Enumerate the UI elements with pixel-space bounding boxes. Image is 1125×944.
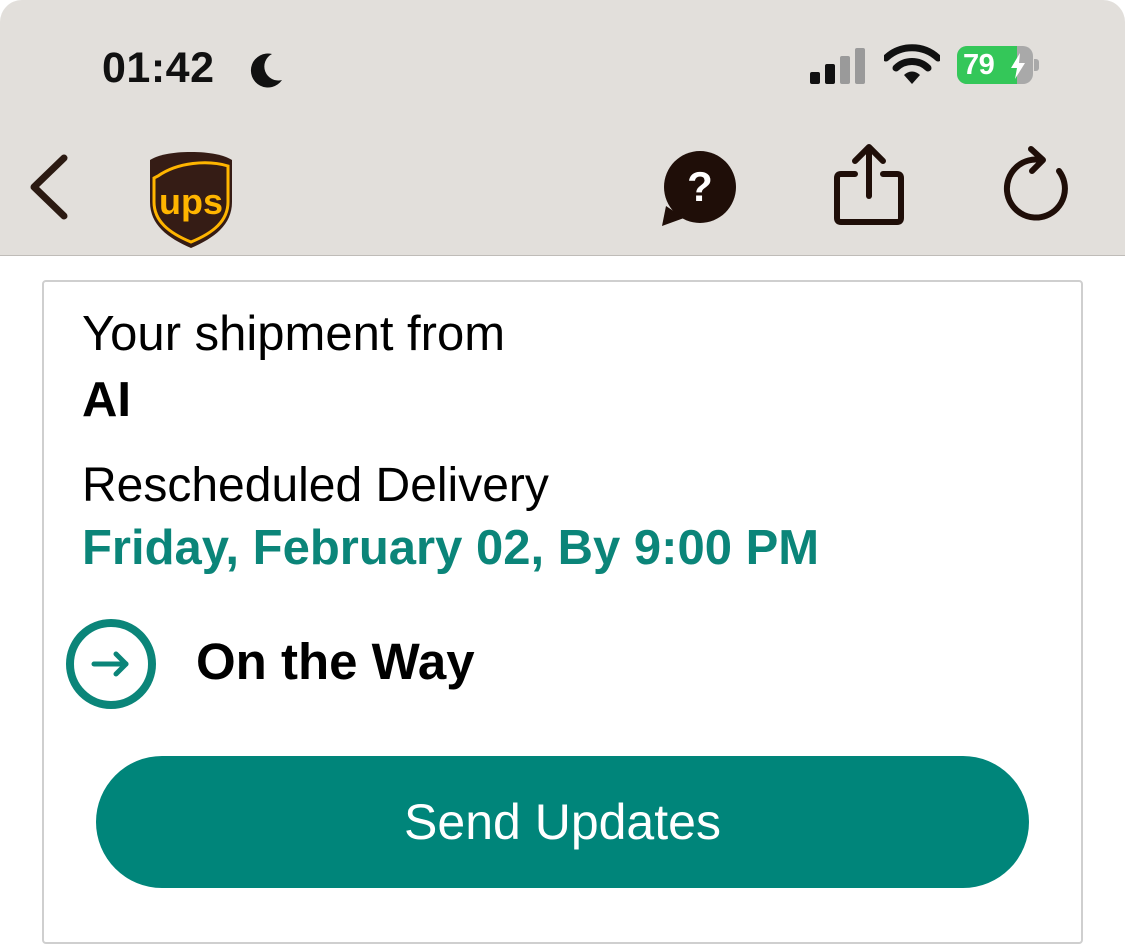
charging-bolt-icon: [1011, 53, 1025, 79]
arrow-right-circle-icon: [66, 619, 156, 709]
help-chat-icon[interactable]: ?: [660, 150, 740, 228]
moon-icon: [250, 53, 282, 88]
shipment-status: On the Way: [196, 633, 475, 690]
battery-icon: 79: [957, 46, 1033, 84]
battery-cap: [1034, 59, 1039, 71]
back-icon[interactable]: [24, 152, 72, 222]
signal-icon: [810, 48, 865, 84]
top-bar: 01:42 79 ups ?: [0, 0, 1125, 256]
status-time: 01:42: [102, 44, 215, 92]
shipment-from-label: Your shipment from: [82, 307, 506, 361]
shipment-sender: AI: [82, 373, 131, 427]
delivery-label: Rescheduled Delivery: [82, 459, 549, 512]
svg-text:?: ?: [687, 163, 713, 210]
share-icon[interactable]: [833, 142, 905, 226]
battery-percent: 79: [963, 49, 995, 81]
ups-logo: ups: [148, 150, 234, 255]
delivery-date: Friday, February 02, By 9:00 PM: [82, 521, 820, 575]
wifi-icon: [884, 44, 940, 84]
send-updates-button[interactable]: Send Updates: [96, 756, 1029, 888]
refresh-icon[interactable]: [1003, 143, 1075, 223]
ups-logo-text: ups: [159, 181, 223, 222]
